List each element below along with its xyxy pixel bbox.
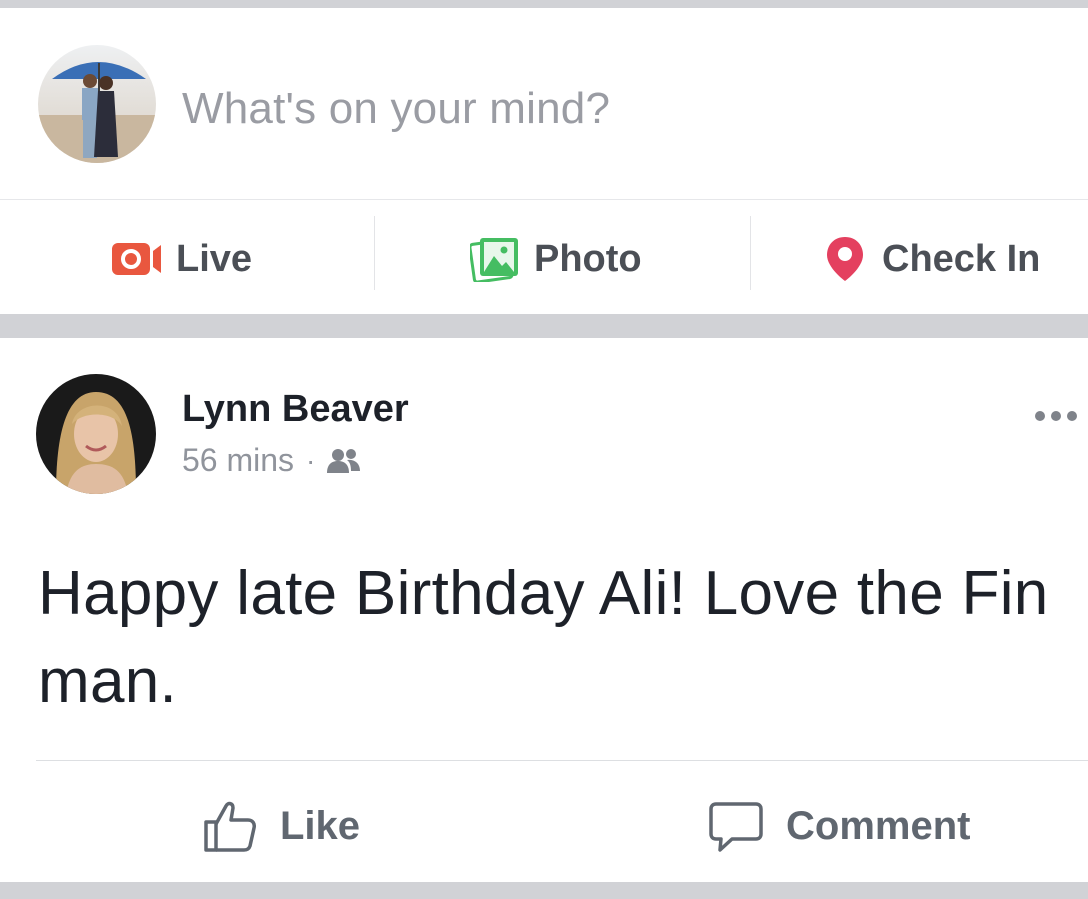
post-meta: 56 mins ·	[182, 442, 361, 479]
feed-separator	[0, 314, 1088, 338]
composer-card: What's on your mind? Live Photo Check In	[0, 8, 1088, 314]
status-input[interactable]: What's on your mind?	[182, 84, 610, 134]
like-button[interactable]: Like	[202, 786, 360, 866]
feed-separator	[0, 0, 1088, 8]
divider	[36, 760, 1088, 761]
live-button[interactable]: Live	[112, 218, 252, 300]
action-separator	[374, 216, 375, 290]
photo-button[interactable]: Photo	[470, 218, 642, 300]
post-timestamp[interactable]: 56 mins	[182, 442, 294, 479]
check-in-button[interactable]: Check In	[826, 218, 1040, 300]
post-card: Lynn Beaver 56 mins · Happy late Birthda…	[0, 338, 1088, 882]
check-in-label: Check In	[882, 237, 1041, 280]
comment-icon	[708, 798, 764, 854]
photo-icon	[470, 236, 520, 282]
like-label: Like	[280, 803, 361, 848]
comment-label: Comment	[786, 803, 971, 848]
thumbs-up-icon	[202, 798, 258, 854]
feed-separator	[0, 882, 1088, 899]
live-video-icon	[112, 239, 164, 279]
author-name[interactable]: Lynn Beaver	[182, 388, 409, 431]
more-icon	[1035, 411, 1077, 421]
action-separator	[750, 216, 751, 290]
comment-button[interactable]: Comment	[708, 786, 970, 866]
more-options-button[interactable]	[1028, 396, 1088, 436]
user-avatar[interactable]	[38, 45, 156, 163]
post-body: Happy late Birthday Ali! Love the Fin ma…	[38, 559, 1049, 716]
meta-separator: ·	[306, 444, 316, 476]
map-pin-icon	[826, 235, 864, 283]
photo-label: Photo	[534, 237, 642, 280]
live-label: Live	[176, 237, 253, 280]
news-feed: What's on your mind? Live Photo Check In…	[0, 0, 1088, 899]
author-avatar[interactable]	[36, 374, 156, 494]
divider	[0, 199, 1088, 200]
friends-icon[interactable]	[327, 447, 361, 475]
